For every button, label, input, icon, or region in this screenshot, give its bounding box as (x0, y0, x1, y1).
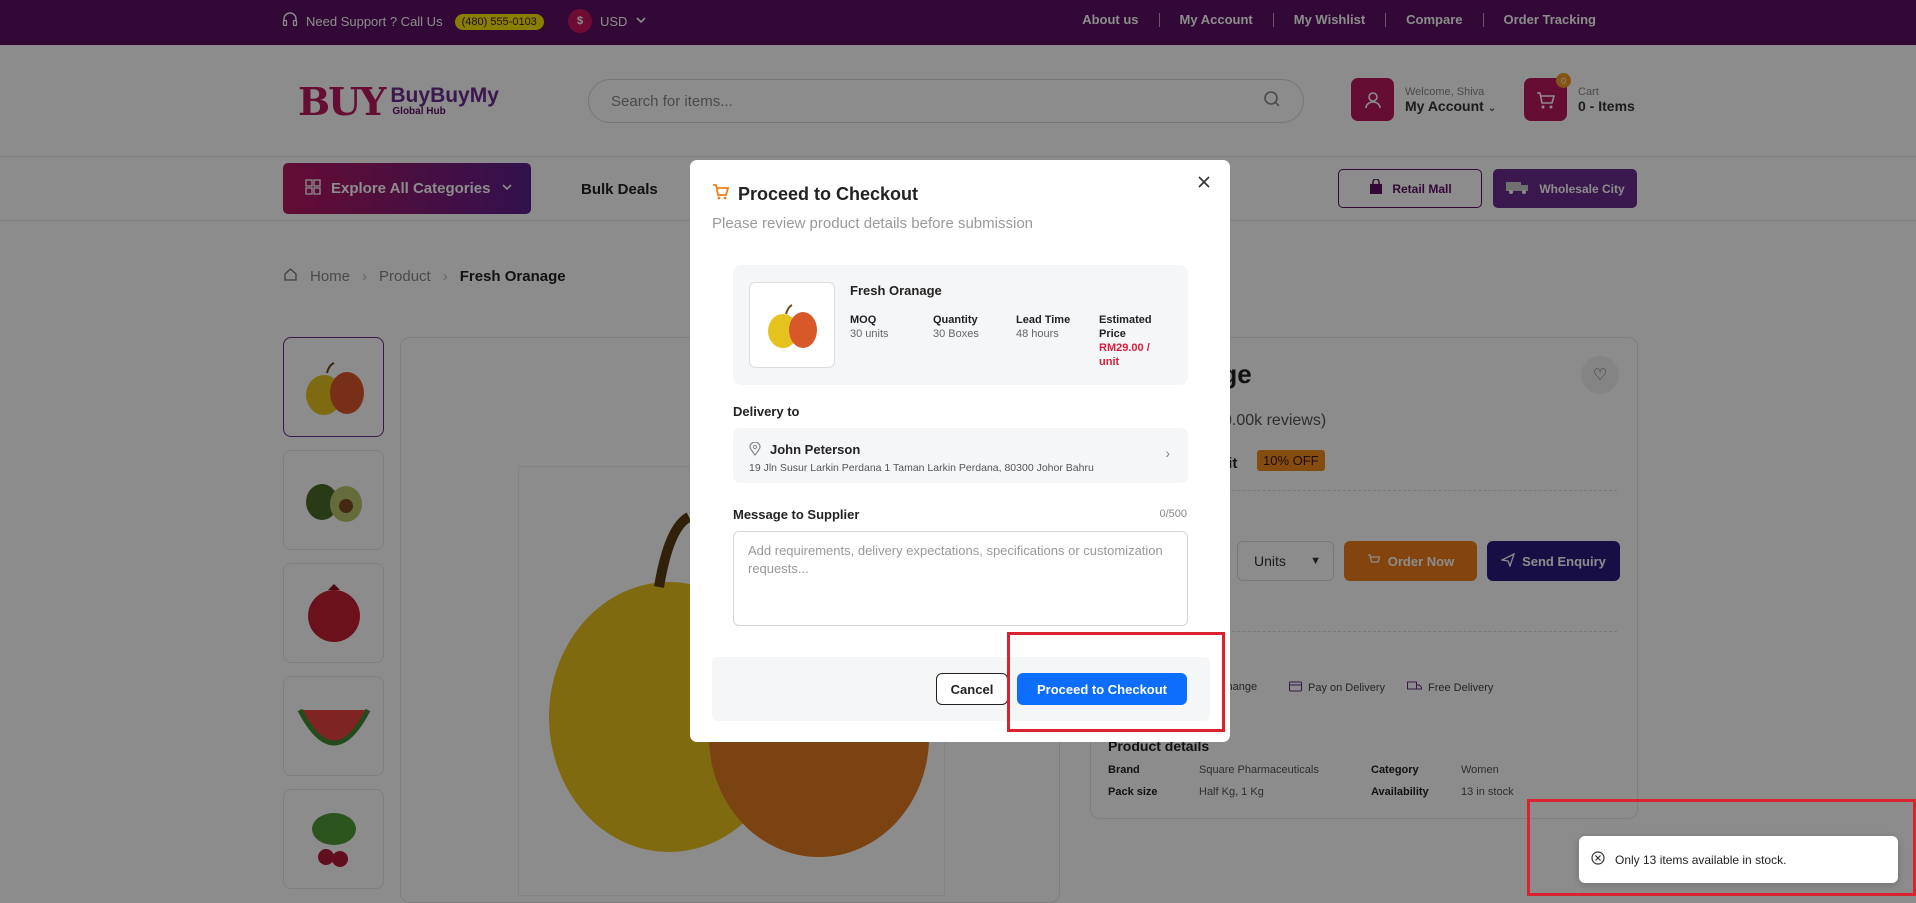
chevron-right-icon: › (1165, 445, 1170, 461)
moq-value: 30 units (850, 328, 889, 340)
delivery-address-card[interactable]: John Peterson 19 Jln Susur Larkin Perdan… (733, 428, 1188, 483)
modal-title-text: Proceed to Checkout (738, 184, 919, 204)
summary-moq: MOQ 30 units (850, 313, 889, 341)
close-icon[interactable] (1194, 172, 1214, 192)
estimated-price-value: RM29.00 / unit (1099, 342, 1150, 368)
estimated-price-label: Estimated Price (1099, 314, 1152, 340)
summary-product-name: Fresh Oranage (850, 283, 942, 298)
cancel-button[interactable]: Cancel (936, 673, 1008, 705)
message-to-supplier-input[interactable] (733, 531, 1188, 626)
product-thumbnail (749, 282, 835, 368)
quantity-value: 30 Boxes (933, 328, 979, 340)
delivery-label: Delivery to (733, 404, 800, 419)
lead-time-value: 48 hours (1016, 328, 1059, 340)
highlight-box-proceed (1007, 632, 1225, 732)
toast-message: Only 13 items available in stock. (1615, 852, 1787, 867)
recipient-address: 19 Jln Susur Larkin Perdana 1 Taman Lark… (749, 462, 1094, 474)
summary-quantity: Quantity 30 Boxes (933, 313, 979, 341)
moq-label: MOQ (850, 314, 877, 326)
quantity-label: Quantity (933, 314, 978, 326)
message-counter: 0/500 (1159, 508, 1187, 520)
summary-lead-time: Lead Time 48 hours (1016, 313, 1070, 341)
message-label: Message to Supplier (733, 507, 860, 522)
map-pin-icon (749, 441, 761, 461)
recipient-name: John Peterson (770, 442, 861, 457)
lead-time-label: Lead Time (1016, 314, 1071, 326)
modal-subtitle: Please review product details before sub… (712, 215, 1033, 232)
close-circle-icon[interactable] (1591, 851, 1605, 868)
modal-title: Proceed to Checkout (712, 183, 918, 206)
summary-estimated-price: Estimated Price RM29.00 / unit (1099, 313, 1169, 369)
stock-toast: Only 13 items available in stock. (1579, 836, 1898, 883)
product-summary-card: Fresh Oranage MOQ 30 units Quantity 30 B… (733, 265, 1188, 385)
cart-icon (712, 183, 730, 206)
